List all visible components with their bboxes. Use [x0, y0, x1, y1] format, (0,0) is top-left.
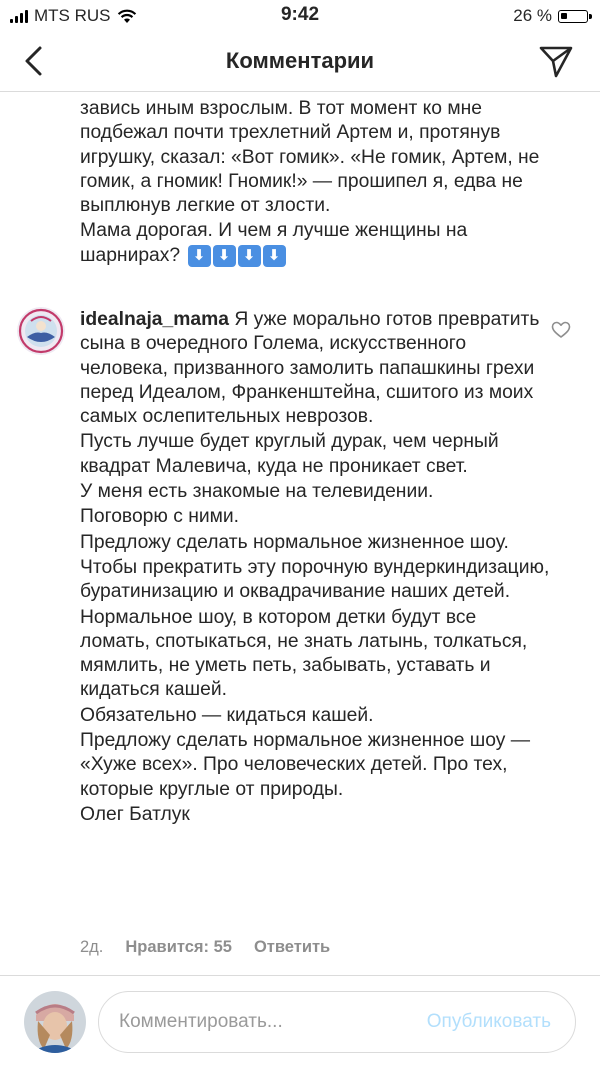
reply-button[interactable]: Ответить [254, 938, 330, 957]
comment-paragraph: Чтобы прекратить эту порочную вундеркинд… [80, 556, 550, 603]
commenter-avatar[interactable] [17, 307, 65, 355]
header-divider [0, 91, 600, 92]
comment-meta: 2д. Нравится: 55 Ответить [80, 938, 330, 957]
composer-divider [0, 975, 600, 976]
comment-text: idealnaja_mama Я уже морально готов прев… [80, 308, 550, 828]
battery-percent: 26 % [513, 6, 552, 25]
comment-username[interactable]: idealnaja_mama [80, 309, 229, 330]
comment-paragraph: Предложу сделать нормальное жизненное шо… [80, 531, 509, 553]
paper-plane-icon[interactable] [538, 43, 574, 79]
comment-time: 2д. [80, 938, 104, 956]
likes-count-button[interactable]: Нравится: 55 [125, 938, 232, 957]
comment-paragraph: Пусть лучше будет круглый дурак, чем чер… [80, 431, 499, 477]
publish-button[interactable]: Опубликовать [427, 1011, 551, 1033]
comment-paragraph: Обязательно — кидаться кашей. [80, 704, 374, 726]
clock: 9:42 [280, 4, 320, 25]
previous-comment-paragraph: Мама дорогая. И чем я лучше женщины на ш… [80, 220, 468, 267]
previous-comment-text: завись иным взрослым. В тот момент ко мн… [80, 97, 550, 269]
battery-group: 26 % [513, 6, 592, 26]
previous-comment-paragraph: завись иным взрослым. В тот момент ко мн… [80, 98, 540, 217]
arrow-down-emoji-icon: ⬇ ⬇ ⬇ ⬇ [187, 244, 286, 267]
heart-outline-icon[interactable] [551, 320, 571, 340]
comment-paragraph: Нормальное шоу, в котором детки будут вс… [80, 606, 528, 701]
battery-icon [558, 9, 592, 23]
comment-signature: Олег Батлук [80, 803, 190, 825]
header: Комментарии [0, 32, 600, 90]
comment-paragraph: Поговорю с ними. [80, 506, 240, 528]
comment-paragraph: Предложу сделать нормальное жизненное шо… [80, 730, 531, 800]
status-bar: MTS RUS 9:42 26 % [0, 0, 600, 32]
comment-paragraph: У меня есть знакомые на телевидении. [80, 481, 434, 503]
comment-input-placeholder: Комментировать... [119, 1011, 283, 1032]
user-avatar [24, 991, 86, 1053]
comment-paragraph: idealnaja_mama Я уже морально готов прев… [80, 309, 540, 428]
user-photo-icon [24, 991, 86, 1053]
comment-input[interactable]: Комментировать... Опубликовать [98, 991, 576, 1053]
avatar-logo-icon [17, 307, 65, 355]
page-title: Комментарии [225, 48, 375, 73]
